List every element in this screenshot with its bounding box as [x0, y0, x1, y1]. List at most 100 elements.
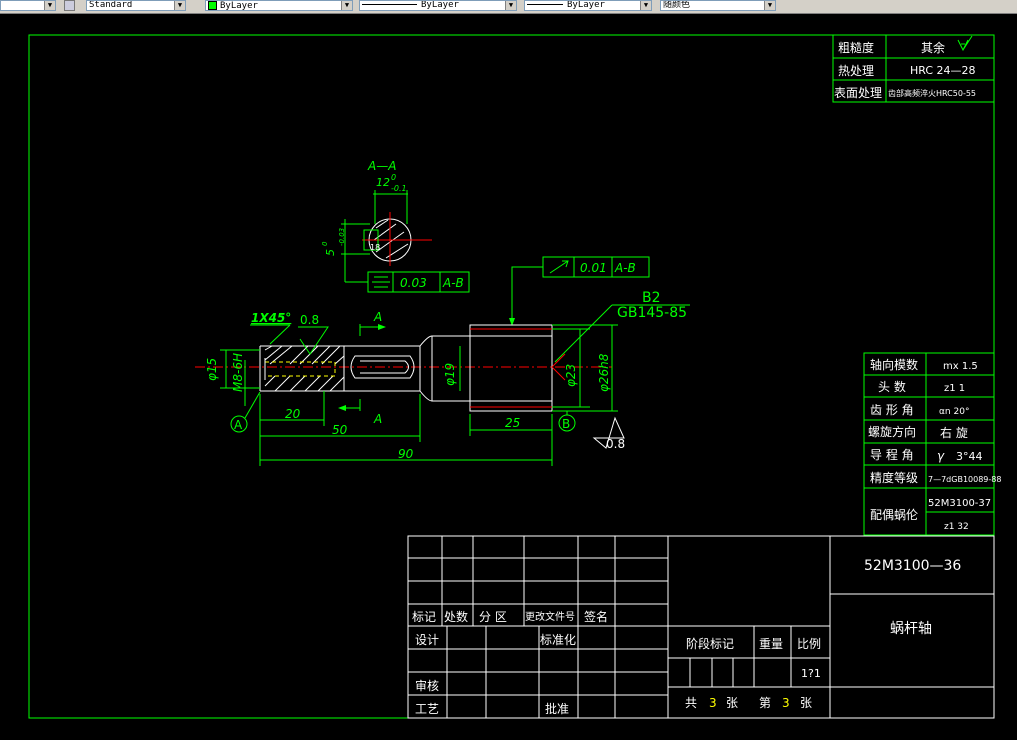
chevron-down-icon[interactable]: ▼ [640, 1, 651, 10]
dim-20: 20 [285, 407, 301, 421]
roughness-label: 粗糙度 [838, 40, 874, 55]
runout-tolerance-value: 0.01 [580, 261, 607, 275]
linetype-select[interactable]: ByLayer ▼ [359, 0, 517, 11]
cut-label-bottom: A [373, 412, 382, 426]
drawing-canvas[interactable]: 粗糙度 其余 热处理 HRC 24—28 表面处理 齿部高频淬火HRC50-55… [0, 14, 1017, 740]
helix-direction-value: 右 旋 [940, 425, 968, 440]
lineweight-select[interactable]: ByLayer ▼ [524, 0, 652, 11]
section-width-tol-lower: -0.1 [391, 184, 407, 193]
color-select[interactable]: ByLayer ▼ [205, 0, 353, 11]
runout-arrow-icon [549, 260, 569, 274]
textstyle-prefix[interactable]: ▼ [0, 0, 56, 11]
roughness-left-value: 0.8 [300, 313, 319, 327]
lineweight-preview-icon [527, 4, 563, 5]
surface-treatment-value: 齿部高频淬火HRC50-55 [888, 88, 976, 98]
roughness-left-symbol-icon [298, 326, 329, 355]
sheet-unit: 张 [800, 696, 812, 710]
cut-label-top: A [373, 310, 382, 324]
chevron-down-icon[interactable]: ▼ [174, 1, 185, 10]
rev-mark-header: 标记 [412, 610, 436, 624]
lead-angle-symbol: γ [937, 449, 945, 463]
chevron-down-icon[interactable]: ▼ [44, 1, 55, 10]
rev-sign-header: 签名 [584, 609, 608, 624]
design-label: 设计 [415, 633, 439, 647]
section-depth-tol-lower: -0.03 [338, 228, 346, 246]
symmetry-tolerance-value: 0.03 [400, 276, 427, 290]
helix-direction-label: 螺旋方向 [868, 424, 916, 439]
drawing-frame [28, 34, 995, 719]
section-depth-tol-upper: 0 [321, 241, 329, 246]
thread-hole-hidden [264, 361, 336, 377]
datum-markers: A B [230, 391, 576, 433]
total-sheets: 3 [709, 696, 717, 710]
total-prefix: 共 [685, 696, 697, 710]
linetype-value: ByLayer [421, 0, 459, 10]
datum-a-label: A [234, 418, 243, 432]
process-label: 工艺 [415, 702, 439, 716]
roughness-symbol-icon [957, 35, 973, 52]
lead-angle-label: 导 程 角 [870, 447, 914, 462]
module-value: mx 1.5 [943, 361, 978, 372]
dia-26-dim: φ26h8 [597, 353, 611, 392]
section-label: A—A [367, 159, 396, 173]
drawing-number: 52M3100—36 [864, 558, 961, 574]
roughness-value: 其余 [921, 40, 945, 55]
plotstyle-select[interactable]: 随颜色 ▼ [660, 0, 776, 11]
sheet-prefix: 第 [759, 696, 771, 710]
precision-value: 7—7dGB10089-88 [928, 475, 1001, 484]
worm-parameter-table: 轴向模数 mx 1.5 头 数 z1 1 齿 形 角 αn 20° 螺旋方向 右… [863, 352, 1001, 536]
heads-label: 头 数 [878, 379, 906, 394]
precision-label: 精度等级 [870, 470, 918, 485]
heads-value: z1 1 [944, 383, 965, 394]
mating-wheel-label: 配偶蜗伦 [870, 507, 918, 522]
chevron-down-icon[interactable]: ▼ [341, 1, 352, 10]
color-swatch-icon [208, 1, 217, 10]
dia-19-dim: φ19 [443, 363, 457, 386]
text-style-icon[interactable] [64, 0, 75, 11]
cad-drawing: 粗糙度 其余 热处理 HRC 24—28 表面处理 齿部高频淬火HRC50-55… [28, 34, 1001, 719]
stage-mark-label: 阶段标记 [686, 636, 734, 651]
dia-15-dim: φ15 [205, 358, 219, 381]
dia-23-dim: φ23 [564, 364, 578, 387]
part-name: 蜗杆轴 [890, 621, 932, 637]
text-style-value: Standard [89, 0, 133, 10]
text-style-select[interactable]: Standard ▼ [86, 0, 186, 11]
title-block: 标记 处数 分 区 更改文件号 签名 设计 标准化 审核 工艺 批准 阶段标记 … [407, 535, 995, 719]
lead-angle-value: 3°44 [956, 450, 983, 463]
runout-datum-ref: A-B [614, 261, 636, 275]
rev-count-header: 处数 [444, 609, 468, 624]
plotstyle-value: 随颜色 [663, 0, 691, 10]
section-inner-dim: 18 [370, 243, 380, 252]
properties-toolbar: ▼ Standard ▼ ByLayer ▼ ByLayer ▼ ByLayer ▼ 随… [0, 0, 1017, 14]
length-dims: 20 50 90 25 [259, 391, 553, 466]
scale-label: 比例 [797, 637, 821, 651]
sheet-number: 3 [782, 696, 790, 710]
total-unit: 张 [726, 696, 738, 710]
color-value: ByLayer [220, 1, 258, 11]
surface-treatment-label: 表面处理 [834, 86, 882, 100]
center-hole-standard: GB145-85 [617, 305, 687, 321]
thread-dim: M8-6H [231, 353, 245, 392]
dim-90: 90 [398, 447, 414, 461]
tooth-angle-label: 齿 形 角 [870, 403, 914, 417]
chevron-down-icon[interactable]: ▼ [505, 1, 516, 10]
chevron-down-icon[interactable]: ▼ [764, 1, 775, 10]
linetype-preview-icon [362, 4, 417, 5]
roughness-right: 0.8 [592, 416, 625, 451]
approve-label: 批准 [545, 701, 569, 716]
center-hole-callout: B2 GB145-85 [554, 290, 690, 363]
roughness-right-value: 0.8 [606, 437, 625, 451]
requirements-table: 粗糙度 其余 热处理 HRC 24—28 表面处理 齿部高频淬火HRC50-55 [832, 34, 995, 103]
shaft-main-view [195, 324, 612, 412]
section-depth-dim: 5 [324, 249, 337, 256]
section-width-tol-upper: 0 [391, 173, 396, 182]
review-label: 审核 [415, 678, 439, 693]
mating-wheel-value: 52M3100-37 [928, 498, 991, 509]
cut-plane-markers: A A [338, 310, 386, 426]
tooth-angle-value: αn 20° [939, 407, 969, 417]
heat-treatment-label: 热处理 [838, 64, 874, 78]
center-hole-type: B2 [642, 290, 661, 306]
dim-50: 50 [332, 423, 348, 437]
datum-b-label: B [562, 417, 570, 431]
mating-wheel-teeth: z1 32 [944, 522, 969, 532]
